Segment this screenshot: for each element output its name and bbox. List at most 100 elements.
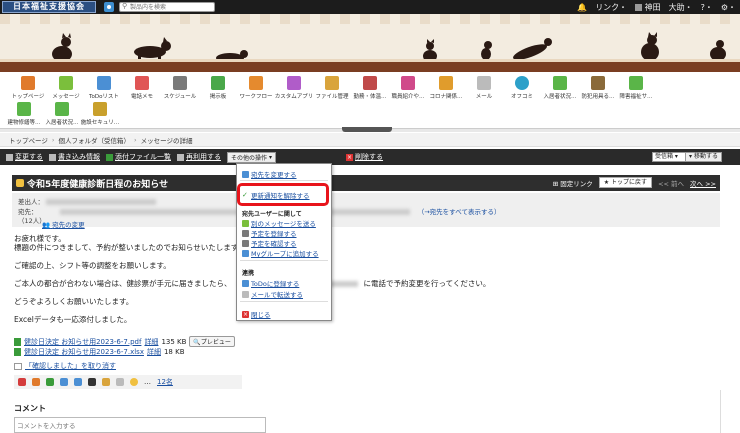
reaction-icon[interactable] xyxy=(88,378,96,386)
folder-select[interactable]: 受信箱 ▾ xyxy=(652,152,688,162)
app-officomi[interactable]: オフコミ xyxy=(502,76,542,100)
change-recipients-link[interactable]: 👥 宛先の変更 xyxy=(42,219,85,229)
attachment-pdf: 健診日決定 お知らせ用2023-6-7.pdf 詳細 135 KB 🔍プレビュー xyxy=(14,336,235,347)
preview-button[interactable]: 🔍プレビュー xyxy=(189,336,235,347)
site-logo[interactable]: 日本福祉支援協会 xyxy=(2,1,96,13)
app-file-manager[interactable]: ファイル管理 xyxy=(312,76,352,100)
app-staff[interactable]: 職員紹介や… xyxy=(388,76,428,100)
banner-band xyxy=(0,62,740,72)
top-bar: 日本福祉支援協会 ⚲ 🔔 リンク・ 神田 大助・ ?・ ⚙・ xyxy=(0,0,740,14)
reuse-button[interactable]: 再利用する xyxy=(177,152,221,162)
app-workflow[interactable]: ワークフロー xyxy=(236,76,276,100)
close-icon: × xyxy=(346,153,354,161)
menu-register-todo[interactable]: ToDoに登録する xyxy=(242,278,299,288)
menu-divider xyxy=(240,180,328,181)
menu-divider xyxy=(240,260,328,261)
app-message[interactable]: メッセージ xyxy=(46,76,86,100)
next-link[interactable]: 次へ >> xyxy=(690,178,716,188)
app-building-repair[interactable]: 建物修繕等… xyxy=(4,102,44,126)
menu-forward-mail[interactable]: メールで転送する xyxy=(242,289,303,299)
user-name: 神田 大助 xyxy=(644,2,685,12)
breadcrumb-folder[interactable]: 個人フォルダ（受信箱） xyxy=(58,135,130,145)
bell-icon[interactable]: 🔔 xyxy=(577,3,587,12)
home-icon[interactable] xyxy=(104,2,114,12)
search-box[interactable]: ⚲ xyxy=(119,2,215,12)
other-operations-button[interactable]: その他の操作 ▾ xyxy=(227,151,277,163)
reaction-icon[interactable] xyxy=(32,378,40,386)
app-attendance[interactable]: 勤務・体温… xyxy=(350,76,390,100)
user-menu[interactable]: 神田 大助・ xyxy=(635,2,693,13)
breadcrumb-top[interactable]: トップページ xyxy=(9,135,48,145)
menu-check-schedule[interactable]: 予定を確認する xyxy=(242,238,297,248)
close-icon: × xyxy=(242,310,249,318)
app-resident-status-2[interactable]: 入居者状況… xyxy=(42,102,82,126)
menu-add-mygroup[interactable]: Myグループに追加する xyxy=(242,248,319,258)
mail-icon xyxy=(242,290,249,298)
menu-close[interactable]: × 閉じる xyxy=(242,309,271,319)
divider xyxy=(720,390,721,433)
file-icon xyxy=(14,337,21,346)
confirm-icon xyxy=(14,362,22,370)
building-icon xyxy=(17,102,31,116)
workflow-icon xyxy=(249,76,263,90)
app-resident-status[interactable]: 入居者状況… xyxy=(540,76,580,100)
app-disability[interactable]: 障害福祉サ… xyxy=(616,76,656,100)
message-icon xyxy=(242,219,249,227)
app-custom[interactable]: カスタムアプリ xyxy=(274,76,314,100)
reactions-count[interactable]: 12名 xyxy=(157,377,173,387)
cancel-confirm-link[interactable]: 「確認しました」を取り消す xyxy=(14,361,116,371)
reaction-icon[interactable] xyxy=(102,378,110,386)
message-meta: 差出人： 宛先： （→宛先をすべて表示する） （12人） 👥 宛先の変更 xyxy=(12,193,720,229)
app-todo[interactable]: ToDoリスト xyxy=(84,76,124,100)
reaction-icon[interactable] xyxy=(74,378,82,386)
tools-icon xyxy=(591,76,605,90)
todo-icon xyxy=(97,76,111,90)
file-size: 18 KB xyxy=(163,348,185,356)
search-input[interactable] xyxy=(130,3,212,11)
folder-icon xyxy=(325,76,339,90)
attachment-link[interactable]: 健診日決定 お知らせ用2023-6-7.xlsx xyxy=(24,347,144,357)
fixed-link[interactable]: ⊞ 固定リンク xyxy=(553,178,593,188)
attachment-detail-link[interactable]: 詳細 xyxy=(147,347,161,357)
link-menu[interactable]: リンク・ xyxy=(595,2,627,13)
back-to-top-button[interactable]: ★ トップに戻す xyxy=(598,177,653,188)
app-schedule[interactable]: スケジュール xyxy=(160,76,200,100)
reaction-icon[interactable] xyxy=(116,378,124,386)
app-mail[interactable]: メール xyxy=(464,76,504,100)
menu-register-schedule[interactable]: 予定を登録する xyxy=(242,228,297,238)
app-top-page[interactable]: トップページ xyxy=(8,76,48,100)
menu-divider xyxy=(240,301,328,302)
reaction-bar: … 12名 xyxy=(14,375,242,389)
attachment-detail-link[interactable]: 詳細 xyxy=(144,337,158,347)
show-all-recipients[interactable]: （→宛先をすべて表示する） xyxy=(418,208,501,216)
prev-link[interactable]: << 前へ xyxy=(658,178,684,188)
people-icon xyxy=(242,170,249,178)
move-button[interactable]: ▾ 移動する xyxy=(685,152,722,162)
settings-menu[interactable]: ⚙・ xyxy=(721,2,736,13)
document-icon xyxy=(49,153,56,161)
edit-button[interactable]: 変更する xyxy=(6,152,43,162)
attachment-link[interactable]: 健診日決定 お知らせ用2023-6-7.pdf xyxy=(24,337,141,347)
reaction-icon[interactable] xyxy=(46,378,54,386)
top-bar-right: 🔔 リンク・ 神田 大助・ ?・ ⚙・ xyxy=(577,0,736,14)
menu-send-new-message[interactable]: 別のメッセージを送る xyxy=(242,218,316,228)
todo-icon xyxy=(242,279,249,287)
comment-input[interactable] xyxy=(15,418,265,432)
more-reactions-icon[interactable]: … xyxy=(144,378,151,386)
collapse-handle[interactable] xyxy=(342,127,392,132)
app-facility-security[interactable]: 施設セキュリ… xyxy=(80,102,120,126)
calendar-icon xyxy=(242,239,249,247)
app-corona[interactable]: コロナ関係… xyxy=(426,76,466,100)
reaction-icon[interactable] xyxy=(130,378,138,386)
reaction-icon[interactable] xyxy=(18,378,26,386)
delete-button[interactable]: × 削除する xyxy=(346,152,383,162)
draft-info-button[interactable]: 書き込み情報 xyxy=(49,152,100,162)
app-phone-memo[interactable]: 電話メモ xyxy=(122,76,162,100)
app-bulletin[interactable]: 掲示板 xyxy=(198,76,238,100)
reaction-icon[interactable] xyxy=(60,378,68,386)
attachments-button[interactable]: 添付ファイル一覧 xyxy=(106,152,171,162)
help-menu[interactable]: ?・ xyxy=(701,2,713,13)
menu-change-recipients[interactable]: 宛先を変更する xyxy=(242,169,297,179)
comment-box[interactable] xyxy=(14,417,266,433)
app-security-tools[interactable]: 防犯用具る… xyxy=(578,76,618,100)
